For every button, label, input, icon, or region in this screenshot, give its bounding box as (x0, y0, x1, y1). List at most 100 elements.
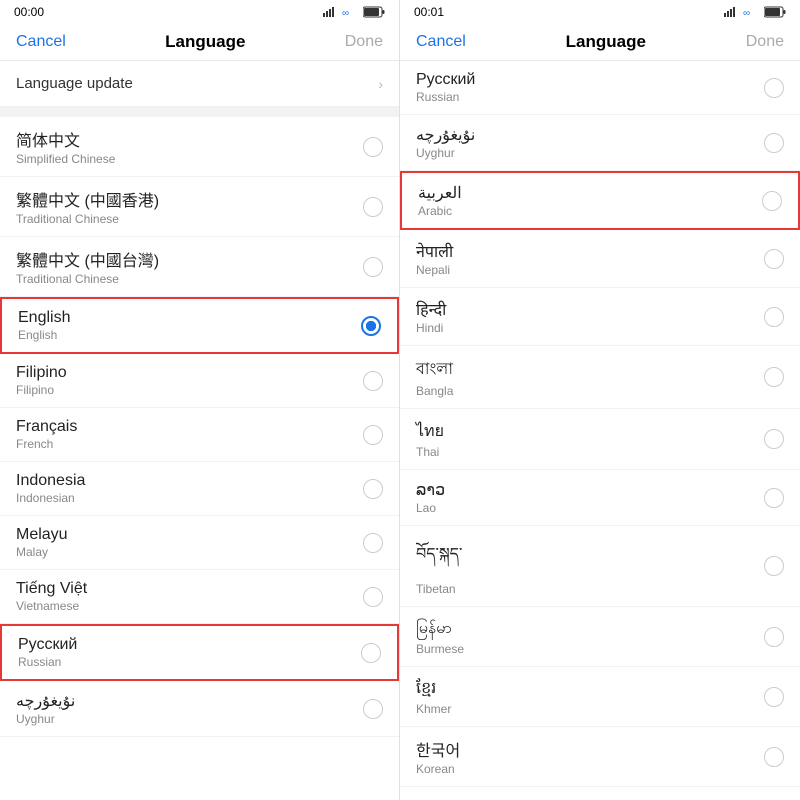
lang-item-nepali[interactable]: नेपालीNepali (400, 230, 800, 288)
lang-item-simplified-chinese[interactable]: 简体中文Simplified Chinese (0, 117, 399, 177)
lang-item-hindi[interactable]: हिन्दीHindi (400, 288, 800, 346)
lang-english-tibetan: Tibetan (416, 582, 462, 596)
time-left: 00:00 (14, 5, 44, 19)
lang-item-arabic[interactable]: العربيةArabic (400, 171, 800, 230)
lang-native-hindi: हिन्दी (416, 298, 446, 320)
status-bar-right: 00:01 ∞ (400, 0, 800, 24)
radio-russian-r[interactable] (764, 78, 784, 98)
lang-item-russian-r[interactable]: РусскийRussian (400, 61, 800, 115)
lang-item-french[interactable]: FrançaisFrench (0, 408, 399, 462)
lang-item-korean[interactable]: 한국어Korean (400, 727, 800, 787)
radio-vietnamese[interactable] (363, 587, 383, 607)
lang-native-vietnamese: Tiếng Việt (16, 580, 87, 598)
lang-english-russian: Russian (18, 655, 77, 669)
lang-item-bangla[interactable]: বাংলাBangla (400, 346, 800, 409)
lang-item-traditional-chinese-tw[interactable]: 繁體中文 (中國台灣)Traditional Chinese (0, 237, 399, 297)
status-bar-left: 00:00 ∞ (0, 0, 399, 24)
lang-english-russian-r: Russian (416, 90, 475, 104)
right-panel: 00:01 ∞ Cancel Language Done РусскийRuss… (400, 0, 800, 800)
lang-english-arabic: Arabic (418, 204, 462, 218)
language-update-row[interactable]: Language update › (0, 61, 399, 107)
signal-icon-r (724, 7, 738, 17)
lang-english-traditional-chinese-hk: Traditional Chinese (16, 212, 159, 226)
lang-item-filipino[interactable]: FilipinoFilipino (0, 354, 399, 408)
done-button-left[interactable]: Done (345, 33, 383, 51)
radio-uyghur-r[interactable] (764, 133, 784, 153)
lang-native-russian: Русский (18, 636, 77, 654)
signal-icon (323, 7, 337, 17)
lang-item-english[interactable]: EnglishEnglish (0, 297, 399, 354)
radio-burmese[interactable] (764, 627, 784, 647)
lang-native-french: Français (16, 418, 77, 436)
radio-lao[interactable] (764, 488, 784, 508)
radio-filipino[interactable] (363, 371, 383, 391)
lang-english-english: English (18, 328, 70, 342)
lang-english-khmer: Khmer (416, 702, 451, 716)
lang-native-bangla: বাংলা (416, 356, 453, 383)
lang-item-thai[interactable]: ไทยThai (400, 409, 800, 470)
lang-item-japanese[interactable]: 日本語Japanese (400, 787, 800, 800)
cancel-button-left[interactable]: Cancel (16, 33, 66, 51)
lang-item-lao[interactable]: ລາວLao (400, 470, 800, 526)
lang-native-english: English (18, 309, 70, 327)
time-right: 00:01 (414, 5, 444, 19)
radio-thai[interactable] (764, 429, 784, 449)
radio-malay[interactable] (363, 533, 383, 553)
lang-english-filipino: Filipino (16, 383, 67, 397)
lang-english-uyghur-r: Uyghur (416, 146, 475, 160)
radio-bangla[interactable] (764, 367, 784, 387)
status-icons-right: ∞ (724, 6, 786, 18)
lang-item-indonesia[interactable]: IndonesiaIndonesian (0, 462, 399, 516)
lang-item-tibetan[interactable]: བོད་སྐད་Tibetan (400, 526, 800, 607)
radio-korean[interactable] (764, 747, 784, 767)
radio-arabic[interactable] (762, 191, 782, 211)
lang-english-hindi: Hindi (416, 321, 446, 335)
radio-hindi[interactable] (764, 307, 784, 327)
radio-english[interactable] (361, 316, 381, 336)
lang-english-nepali: Nepali (416, 263, 453, 277)
cancel-button-right[interactable]: Cancel (416, 33, 466, 51)
svg-text:∞: ∞ (342, 8, 349, 17)
lang-english-traditional-chinese-tw: Traditional Chinese (16, 272, 159, 286)
lang-native-malay: Melayu (16, 526, 68, 544)
lang-item-malay[interactable]: MelayuMalay (0, 516, 399, 570)
lang-english-bangla: Bangla (416, 384, 453, 398)
radio-russian[interactable] (361, 643, 381, 663)
status-icons-left: ∞ (323, 6, 385, 18)
lang-native-arabic: العربية (418, 183, 462, 203)
battery-icon-r (764, 6, 786, 18)
radio-simplified-chinese[interactable] (363, 137, 383, 157)
lang-item-traditional-chinese-hk[interactable]: 繁體中文 (中國香港)Traditional Chinese (0, 177, 399, 237)
lang-item-vietnamese[interactable]: Tiếng ViệtVietnamese (0, 570, 399, 624)
svg-text:∞: ∞ (743, 8, 750, 17)
lang-english-french: French (16, 437, 77, 451)
radio-indonesia[interactable] (363, 479, 383, 499)
lang-item-russian[interactable]: РусскийRussian (0, 624, 399, 681)
lang-native-nepali: नेपाली (416, 240, 453, 262)
page-title-left: Language (165, 32, 245, 52)
radio-tibetan[interactable] (764, 556, 784, 576)
lang-item-uyghur-r[interactable]: نۇيغۇرچەUyghur (400, 115, 800, 171)
radio-uyghur[interactable] (363, 699, 383, 719)
nav-bar-right: Cancel Language Done (400, 24, 800, 61)
lang-item-khmer[interactable]: ខ្មែរKhmer (400, 667, 800, 727)
radio-french[interactable] (363, 425, 383, 445)
radio-traditional-chinese-hk[interactable] (363, 197, 383, 217)
lang-item-burmese[interactable]: မြန်မာBurmese (400, 607, 800, 667)
lang-english-indonesia: Indonesian (16, 491, 85, 505)
infinity-icon: ∞ (342, 7, 358, 17)
lang-item-uyghur[interactable]: نۇيغۇرچەUyghur (0, 681, 399, 737)
done-button-right[interactable]: Done (746, 33, 784, 51)
radio-traditional-chinese-tw[interactable] (363, 257, 383, 277)
lang-english-vietnamese: Vietnamese (16, 599, 87, 613)
lang-english-lao: Lao (416, 501, 445, 515)
radio-khmer[interactable] (764, 687, 784, 707)
lang-native-korean: 한국어 (416, 737, 460, 761)
chevron-right-icon: › (378, 76, 383, 92)
lang-native-thai: ไทย (416, 419, 444, 444)
radio-nepali[interactable] (764, 249, 784, 269)
left-panel: 00:00 ∞ Cancel Language Done Language up… (0, 0, 400, 800)
language-list-left: 简体中文Simplified Chinese繁體中文 (中國香港)Traditi… (0, 117, 399, 800)
lang-native-filipino: Filipino (16, 364, 67, 382)
lang-english-malay: Malay (16, 545, 68, 559)
